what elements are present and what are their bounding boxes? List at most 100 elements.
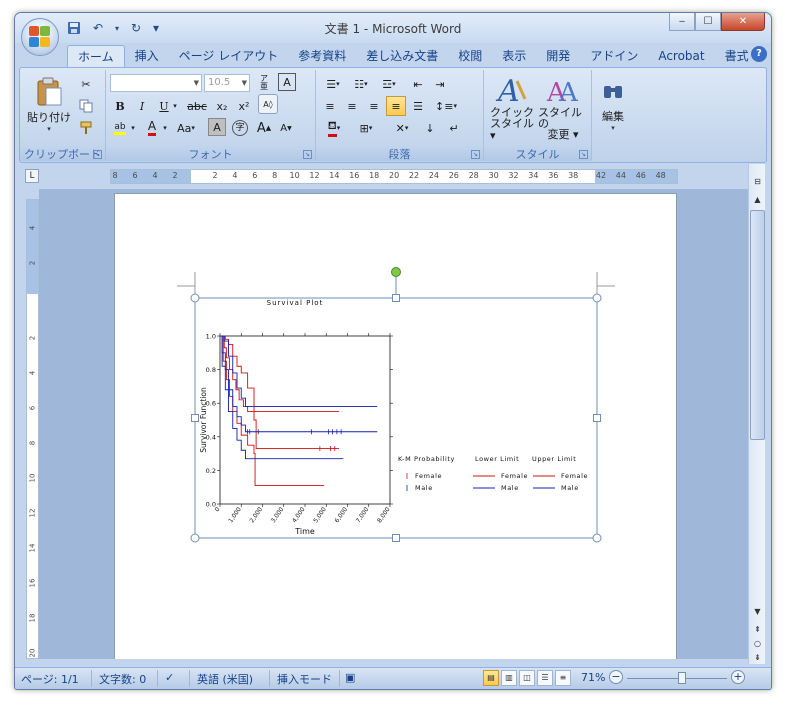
font-launcher-icon[interactable]: ↘ — [303, 150, 312, 159]
ruler-number: 14 — [28, 543, 37, 553]
horizontal-ruler[interactable]: 8 6 4 2 2 4 6 8 10 12 14 16 18 20 22 24 26 28 30 32 34 36 38 42… — [110, 169, 678, 184]
scroll-up-icon[interactable]: ▲ — [750, 192, 765, 207]
close-button[interactable]: ✕ — [721, 13, 765, 31]
strikethrough-button[interactable]: abc — [184, 96, 210, 116]
subscript-button[interactable]: x₂ — [212, 96, 232, 116]
survival-chart-object[interactable]: Survival Plot0.00.20.40.60.81.00 1,000 2,0… — [115, 194, 678, 659]
font-size-combo[interactable]: 10.5 ▼ — [204, 74, 250, 92]
bold-button[interactable]: B — [110, 96, 130, 116]
minimize-button[interactable]: ‒ — [669, 13, 695, 31]
zoom-in-icon[interactable]: + — [731, 670, 745, 684]
superscript-button[interactable]: x² — [234, 96, 254, 116]
web-layout-icon[interactable]: ◫ — [519, 670, 535, 686]
series-line-male-k-m-probability — [220, 335, 378, 433]
full-screen-reading-icon[interactable]: ▥ — [501, 670, 517, 686]
vertical-ruler[interactable]: 4 2 2 4 6 8 10 12 14 16 18 20 — [26, 199, 39, 659]
quick-style-button[interactable]: A クイック スタイル ▾ — [490, 72, 534, 142]
tab-7[interactable]: 開発 — [536, 45, 580, 67]
prev-page-icon[interactable]: ⇞ — [750, 622, 765, 637]
tab-2[interactable]: ページ レイアウト — [169, 45, 289, 67]
multilevel-list-icon[interactable]: ☲ ▾ — [376, 74, 402, 94]
shrink-font-button[interactable]: A ▼ — [276, 118, 296, 138]
font-color-dropdown-icon[interactable]: ▾ — [160, 118, 170, 138]
ruby-icon[interactable]: ア亜 — [254, 73, 274, 93]
scroll-down-icon[interactable]: ▼ — [750, 604, 765, 619]
proofing-icon[interactable]: ✓ — [165, 671, 174, 684]
tab-selector-icon[interactable]: L — [25, 169, 39, 183]
browse-object-icon[interactable]: ○ — [750, 636, 765, 651]
font-name-combo[interactable]: ▼ — [110, 74, 202, 92]
insert-mode[interactable]: 挿入モード — [277, 671, 332, 687]
align-right-icon[interactable]: ≡ — [364, 96, 384, 116]
align-left-icon[interactable]: ≡ — [320, 96, 340, 116]
ribbon: 貼り付け ▾ ✂ クリップボード ↘ ▼ 10.5 ▼ ア亜 A B I U ▾ … — [19, 67, 767, 163]
line-spacing-icon[interactable]: ↕≡ ▾ — [432, 96, 460, 116]
sort-icon[interactable]: ↓ — [420, 118, 440, 138]
editing-button[interactable]: 編集 ▾ — [594, 72, 632, 142]
format-painter-icon[interactable] — [76, 118, 96, 138]
macro-recording-icon[interactable]: ▣ — [345, 671, 355, 684]
justify-icon[interactable]: ≡ — [386, 96, 406, 116]
highlight-icon[interactable]: ab — [110, 118, 130, 138]
tab-0[interactable]: ホーム — [67, 45, 125, 67]
window-controls: ‒ ☐ ✕ — [669, 13, 765, 31]
tab-9[interactable]: Acrobat — [648, 45, 714, 67]
char-shading-icon[interactable]: A — [208, 118, 226, 136]
zoom-slider-thumb[interactable] — [678, 672, 686, 684]
highlight-dropdown-icon[interactable]: ▾ — [128, 118, 138, 138]
tab-5[interactable]: 校閲 — [448, 45, 492, 67]
vertical-scrollbar[interactable]: ⊟ ▲ ▼ ⇞ ○ ⇟ — [748, 164, 765, 664]
bullets-icon[interactable]: ☰ ▾ — [320, 74, 346, 94]
tab-3[interactable]: 参考資料 — [288, 45, 356, 67]
copy-icon[interactable] — [76, 96, 96, 116]
clear-format-icon[interactable]: A◊ — [258, 94, 278, 114]
ruler-number: 28 — [468, 171, 479, 180]
tab-4[interactable]: 差し込み文書 — [356, 45, 448, 67]
print-layout-icon[interactable]: ▤ — [483, 670, 499, 686]
tab-1[interactable]: 挿入 — [125, 45, 169, 67]
zoom-slider[interactable] — [627, 672, 727, 684]
change-case-button[interactable]: Aa ▾ — [172, 118, 200, 138]
borders-icon[interactable]: ⊞ ▾ — [352, 118, 380, 138]
page-count[interactable]: ページ: 1/1 — [21, 671, 79, 687]
tab-8[interactable]: アドイン — [580, 45, 648, 67]
paragraph-launcher-icon[interactable]: ↘ — [471, 150, 480, 159]
grow-font-button[interactable]: A ▲ — [254, 118, 274, 138]
clipboard-launcher-icon[interactable]: ↘ — [93, 150, 102, 159]
scroll-thumb[interactable] — [750, 210, 765, 440]
office-button[interactable] — [21, 18, 59, 56]
zoom-out-icon[interactable]: − — [609, 670, 623, 684]
ruler-number: 18 — [28, 613, 37, 623]
increase-indent-icon[interactable]: ⇥ — [430, 74, 450, 94]
help-button[interactable]: ? — [751, 46, 767, 62]
zoom-level[interactable]: 71% — [581, 671, 605, 684]
word-count[interactable]: 文字数: 0 — [99, 671, 146, 687]
draft-view-icon[interactable]: ≡ — [555, 670, 571, 686]
enclose-char-icon[interactable]: 字 — [230, 118, 250, 138]
cut-icon[interactable]: ✂ — [76, 74, 96, 94]
distribute-icon[interactable]: ☰ — [408, 96, 428, 116]
outline-view-icon[interactable]: ☰ — [537, 670, 553, 686]
font-color-icon[interactable]: A — [142, 118, 162, 138]
shading-icon[interactable]: ⛾ ▾ — [320, 118, 348, 138]
language-indicator[interactable]: 英語 (米国) — [197, 671, 253, 687]
asian-layout-icon[interactable]: ✕ ▾ — [388, 118, 416, 138]
ruler-toggle-icon[interactable]: ⊟ — [750, 174, 765, 189]
maximize-button[interactable]: ☐ — [695, 13, 721, 31]
paste-label: 貼り付け — [27, 111, 71, 124]
ruler-number: 6 — [28, 405, 37, 411]
char-border-icon[interactable]: A — [278, 73, 296, 91]
next-page-icon[interactable]: ⇟ — [750, 650, 765, 665]
underline-dropdown-icon[interactable]: ▾ — [170, 96, 180, 116]
align-center-icon[interactable]: ≡ — [342, 96, 362, 116]
change-styles-button[interactable]: AA スタイルの 変更 ▾ — [538, 72, 588, 142]
tab-6[interactable]: 表示 — [492, 45, 536, 67]
numbering-icon[interactable]: ☷ ▾ — [348, 74, 374, 94]
italic-button[interactable]: I — [132, 96, 152, 116]
paste-button[interactable]: 貼り付け ▾ — [26, 74, 72, 136]
document-page[interactable]: Survival Plot 0.0 0.2 0.4 0.6 0.8 1.0 0 1,000 2,0… — [114, 193, 677, 659]
change-styles-icon: AA — [546, 78, 579, 107]
show-marks-icon[interactable]: ↵ — [444, 118, 464, 138]
styles-launcher-icon[interactable]: ↘ — [579, 150, 588, 159]
decrease-indent-icon[interactable]: ⇤ — [408, 74, 428, 94]
